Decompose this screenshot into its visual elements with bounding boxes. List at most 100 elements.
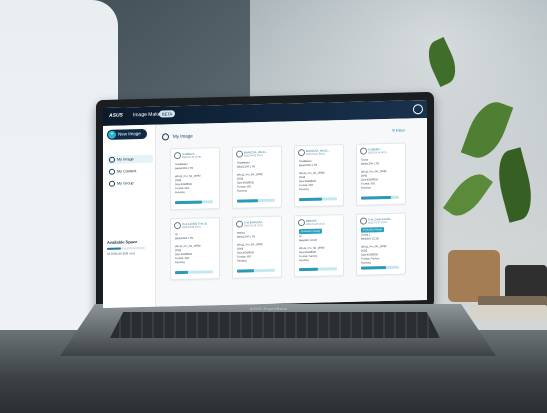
card-detail-line: Size:4GB/8GB — [361, 178, 378, 182]
card-checkbox-icon[interactable] — [236, 220, 243, 228]
card-detail-line: Format: ISO — [237, 185, 252, 189]
card-date: 2022-04-01 09:21 — [306, 152, 325, 156]
card-detail-line: 20H2 — [299, 176, 306, 180]
card-progress-bar — [237, 198, 275, 203]
card-progress-fill — [299, 197, 322, 202]
card-detail-line: Size:4GB/8GB — [299, 179, 316, 184]
card-progress-fill — [237, 269, 255, 273]
card-checkbox-icon[interactable] — [360, 147, 367, 155]
card-progress-bar — [361, 195, 399, 200]
card-detail-line: Beta/1234 1 TB — [237, 165, 255, 169]
card-progress-bar — [237, 268, 275, 273]
card-detail-line: Format: Factory — [299, 254, 318, 259]
image-card[interactable]: B8S9H5 2022-01-25 16:21 Production Ready ID… — [294, 214, 344, 278]
card-progress-fill — [361, 195, 392, 200]
card-detail-line: Win11_Pro_64_19092 — [237, 243, 263, 247]
status-badge: Production Ready — [361, 227, 385, 233]
card-detail-line: 20H2 — [237, 177, 244, 181]
card-checkbox-icon[interactable] — [236, 150, 243, 158]
card-progress-fill — [175, 270, 189, 275]
card-detail-line: Size:4GB/8GB — [299, 250, 316, 255]
card-progress-bar — [175, 200, 213, 205]
card-progress-bar — [175, 270, 213, 275]
image-card[interactable]: TestBuffer 2022-03-14 09:21 Group Beta/1234… — [356, 142, 406, 206]
card-date: 2022-01-25 16:21 — [306, 222, 325, 226]
card-date: 2022-03-14 09:21 — [368, 151, 387, 155]
card-checkbox-icon[interactable] — [174, 152, 181, 160]
card-detail-line: Beta/1234 1 TB — [361, 162, 379, 166]
card-detail-line: Win11_Pro_64_19092 — [299, 246, 325, 251]
image-card[interactable]: BH45C5A_Win11... 2022-04-01 09:21 TestMast… — [294, 144, 344, 208]
image-card[interactable]: Test 123456 Test_B... 2022-03-08 19:21 ID B… — [170, 217, 220, 281]
laptop-keyboard — [110, 312, 440, 338]
card-detail-line: Win11_Pro_64_19092 — [299, 171, 325, 176]
card-detail-line: Win11_Pro_64_19092 — [361, 245, 387, 249]
card-checkbox-icon[interactable] — [360, 217, 367, 225]
new-image-button[interactable]: + New Image — [107, 128, 147, 140]
status-badge: Production Ready — [299, 228, 323, 235]
card-detail-line: Format: Factory — [361, 257, 380, 261]
main-content: My Image ⚲ Filter TestBatch... 2022-05-20… — [156, 118, 427, 307]
group-icon — [109, 180, 115, 187]
card-progress-bar — [361, 265, 399, 270]
plant-basket — [448, 250, 500, 302]
image-card[interactable]: TestBatch... 2022-05-20 15:08 TestMaster Be… — [170, 147, 220, 211]
card-detail-line: TestMaster — [175, 162, 188, 167]
filter-label: Filter — [396, 127, 405, 133]
card-detail-line: Size:4GB/8GB — [361, 253, 378, 257]
card-detail-line: Format: ISO — [175, 256, 190, 261]
user-avatar-icon[interactable] — [413, 104, 423, 115]
book — [470, 305, 547, 319]
filter-button[interactable]: ⚲ Filter — [392, 128, 405, 133]
card-date: 2022-03-08 19:21 — [182, 225, 201, 230]
image-card[interactable]: Test BH45C5A 2022-02-16 10:21 testing Beta/… — [232, 215, 282, 279]
brand-logo: ASUS — [109, 112, 123, 119]
card-detail-line: Beta/BH, 1C1B — [361, 237, 379, 241]
card-checkbox-icon[interactable] — [174, 222, 181, 230]
card-checkbox-icon[interactable] — [298, 219, 305, 227]
card-progress-bar — [299, 197, 337, 202]
sidebar-item-my-group[interactable]: My Group — [107, 179, 153, 188]
card-detail-line: Beta/BH, 1C1B — [299, 238, 317, 243]
card-detail-line: Format: ISO — [175, 186, 190, 191]
card-date: 2022-02-16 10:21 — [244, 224, 263, 228]
card-progress-fill — [175, 200, 203, 205]
sidebar-item-my-image[interactable]: My Image — [107, 154, 153, 164]
storage-bar — [107, 246, 145, 250]
card-checkbox-icon[interactable] — [298, 149, 305, 157]
card-detail-line: Group 1 — [361, 233, 371, 237]
card-detail-line: Format: ISO — [237, 255, 252, 259]
card-detail-line: Running — [299, 187, 309, 192]
card-detail-line: Running — [361, 186, 371, 190]
card-detail-line: Size:4GB/8GB — [237, 181, 254, 185]
card-progress-fill — [237, 199, 258, 203]
card-detail-line: Running — [361, 261, 371, 265]
select-all-icon[interactable] — [162, 133, 169, 141]
card-detail-line: 20H2 — [237, 247, 244, 251]
page-title-text: My Image — [173, 133, 193, 139]
laptop-screen: ASUS Image Maker BETA + New Image My Imag… — [103, 100, 427, 308]
card-detail-line: ID — [175, 233, 178, 237]
card-detail-line: Size:4GB/8GB — [175, 252, 192, 257]
image-card[interactable]: Test_Dash-beta01... 2022-01-07 19:04 Produ… — [356, 212, 406, 276]
card-progress-fill — [299, 267, 318, 272]
image-card-grid: TestBatch... 2022-05-20 15:08 TestMaster Be… — [170, 142, 420, 281]
card-detail-line: TestMaster — [237, 161, 250, 165]
sidebar-item-label: My Content — [117, 169, 137, 174]
card-detail-line: 20H2 — [361, 174, 368, 178]
sidebar-item-my-content[interactable]: My Content — [107, 167, 153, 176]
card-detail-line: Win11_Pro_64_19092 — [237, 173, 263, 177]
storage-text: 53.5GB/140.8GB used — [107, 251, 136, 256]
card-detail-line: Beta/1234 1 TB — [299, 163, 317, 168]
card-detail-line: Win11_Pro_64_19092 — [175, 174, 201, 179]
card-detail-line: Win11_Pro_64_19092 — [361, 170, 387, 174]
card-detail-line: Format: ISO — [361, 182, 376, 186]
storage-label: Available Space — [107, 239, 138, 245]
image-card[interactable]: BH45C5A_Win11... 2022-04-03 09:21 TestMast… — [232, 145, 282, 209]
new-image-label: New Image — [118, 131, 141, 137]
card-detail-line: 20H2 — [175, 249, 182, 253]
card-detail-line: Win11_Pro_64_19092 — [175, 244, 201, 249]
card-detail-line: Size:4GB/8GB — [237, 251, 254, 255]
sidebar: + New Image My Image My Content My Group … — [103, 124, 156, 308]
content-icon — [109, 168, 115, 175]
